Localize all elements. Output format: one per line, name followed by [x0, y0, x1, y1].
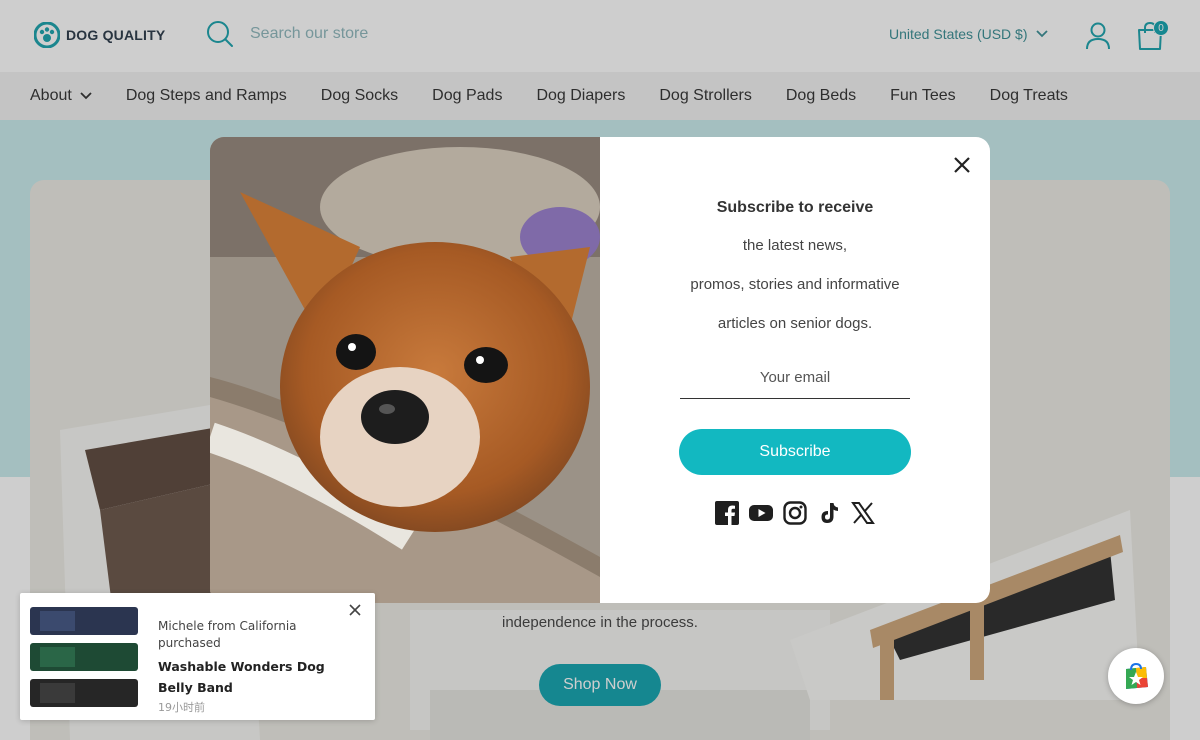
x-icon[interactable] — [851, 501, 875, 525]
social-links — [600, 501, 990, 525]
product-thumbnail[interactable] — [30, 605, 158, 709]
dog-photo — [210, 137, 600, 603]
email-field[interactable] — [680, 369, 910, 386]
newsletter-modal: Subscribe to receive the latest news, pr… — [210, 137, 990, 603]
purchase-time: 19小时前 — [158, 701, 205, 714]
modal-text-line: articles on senior dogs. — [717, 315, 873, 332]
newsletter-form: Subscribe to receive the latest news, pr… — [600, 137, 990, 603]
purchase-buyer: Michele from California purchased — [158, 619, 297, 650]
recent-purchase-popup[interactable]: Michele from California purchased Washab… — [20, 593, 375, 720]
tiktok-icon[interactable] — [817, 501, 841, 525]
shop-app-button[interactable] — [1108, 648, 1164, 704]
modal-text-line: the latest news, — [742, 237, 848, 254]
instagram-icon[interactable] — [783, 501, 807, 525]
close-icon[interactable] — [348, 603, 362, 617]
close-icon[interactable] — [950, 153, 974, 177]
modal-text-line: promos, stories and informative — [690, 276, 900, 293]
purchase-product-link[interactable]: Washable Wonders Dog Belly Band — [158, 656, 358, 698]
facebook-icon[interactable] — [715, 501, 739, 525]
shopping-bag-star-icon — [1126, 662, 1148, 689]
subscribe-button[interactable]: Subscribe — [679, 429, 911, 475]
youtube-icon[interactable] — [749, 501, 773, 525]
modal-title: Subscribe to receive — [716, 199, 874, 216]
email-field-wrapper — [680, 367, 910, 399]
